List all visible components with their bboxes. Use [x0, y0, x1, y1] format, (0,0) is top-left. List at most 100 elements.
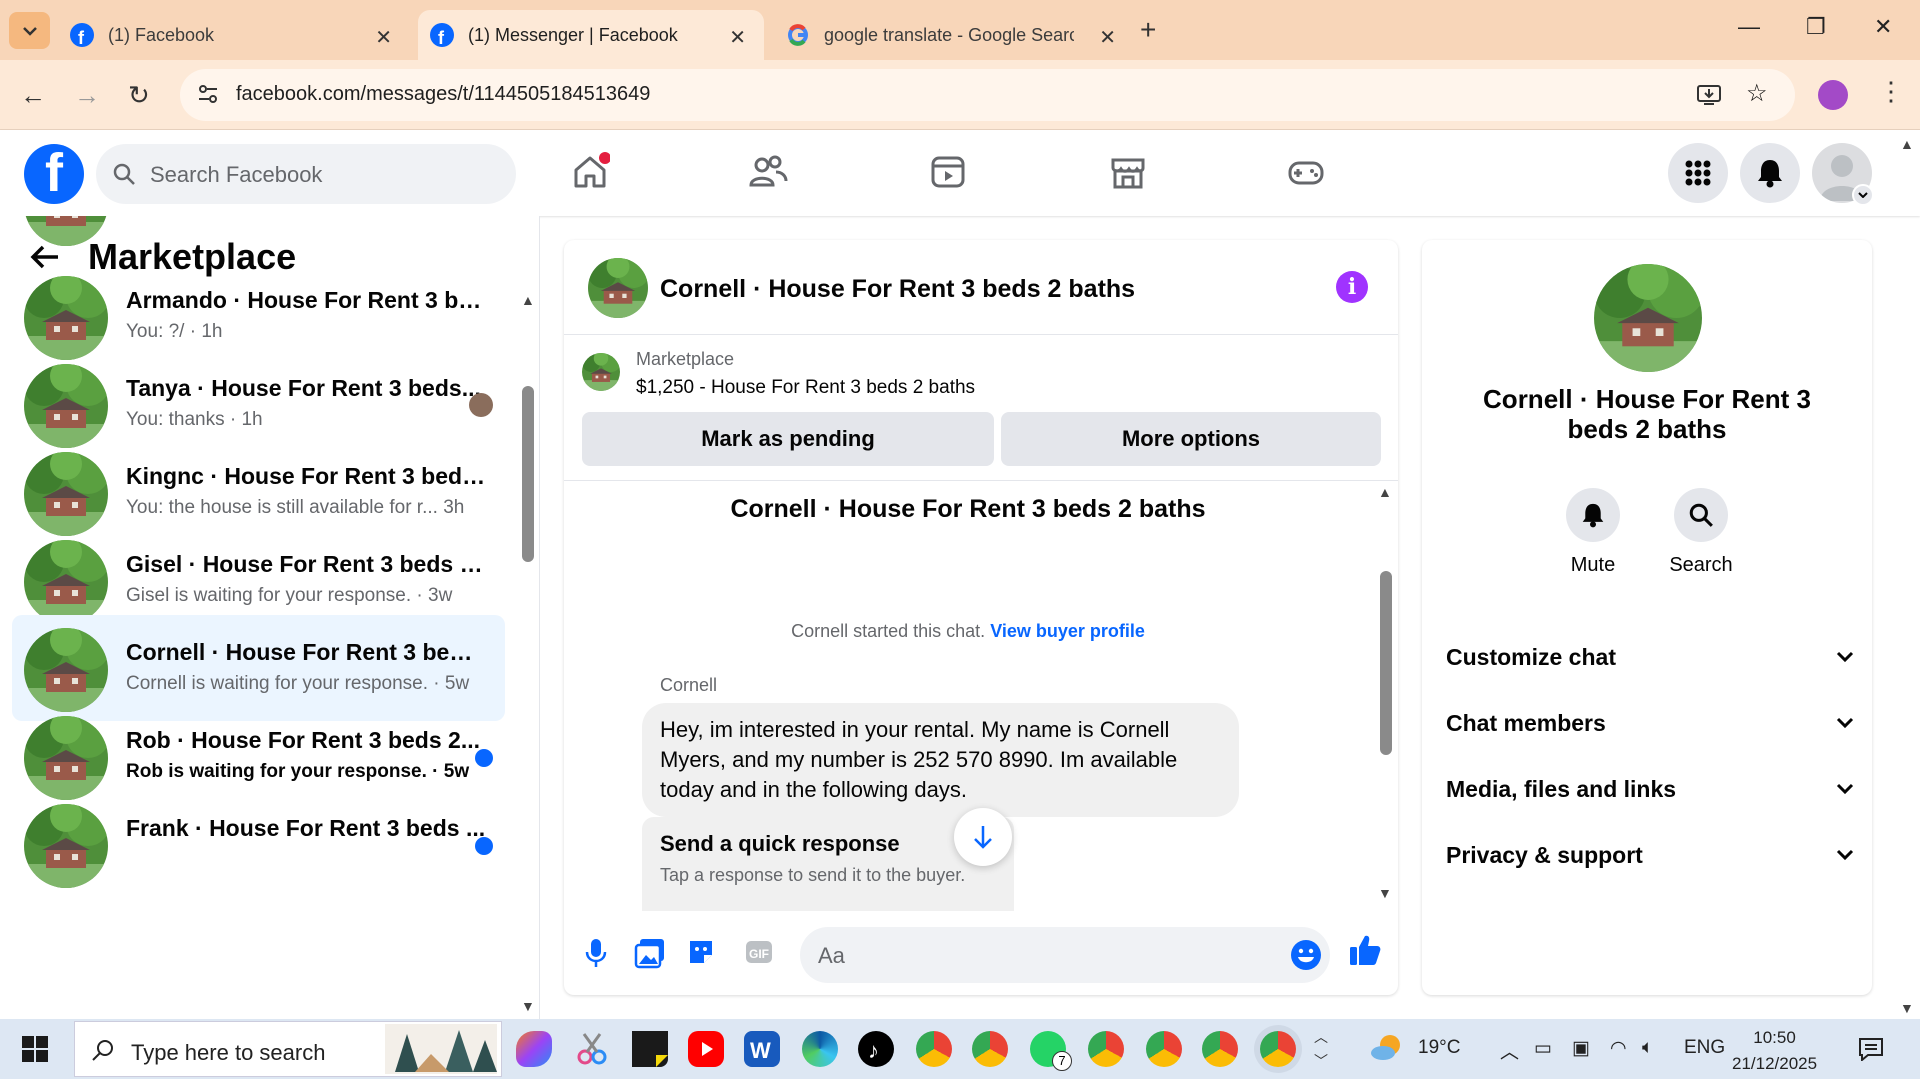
edge-browser-icon[interactable] [802, 1031, 838, 1067]
taskbar-search-placeholder: Type here to search [131, 1040, 326, 1065]
window-close-icon[interactable]: ✕ [1874, 14, 1892, 40]
contact-avatar[interactable] [1594, 264, 1702, 372]
windows-start-icon[interactable] [22, 1036, 48, 1067]
home-icon[interactable] [570, 152, 611, 197]
friends-icon[interactable] [748, 152, 788, 197]
chrome-profile-icon[interactable] [1202, 1031, 1238, 1067]
chat-avatar[interactable] [588, 258, 648, 318]
sticker-icon[interactable] [686, 937, 716, 972]
more-options-button[interactable]: More options [1001, 412, 1381, 466]
svg-text:f: f [438, 28, 445, 47]
tiktok-icon[interactable]: ♪ [858, 1031, 894, 1067]
tab-facebook[interactable]: f (1) Facebook ✕ [70, 10, 410, 60]
video-icon[interactable] [928, 152, 968, 197]
seen-by-avatar [469, 393, 493, 417]
marketplace-icon[interactable] [1108, 152, 1148, 197]
copilot-app-icon[interactable] [516, 1031, 552, 1067]
chat-scrollbar[interactable] [1380, 571, 1392, 755]
page-scroll-down-arrow-icon[interactable]: ▼ [1900, 1000, 1914, 1016]
youtube-icon[interactable] [688, 1031, 724, 1067]
weather-temperature[interactable]: 19°C [1418, 1037, 1460, 1059]
scroll-down-arrow-icon[interactable]: ▼ [521, 998, 535, 1014]
bookmark-star-icon[interactable]: ☆ [1746, 79, 1768, 108]
conversation-item[interactable]: Frank · House For Rent 3 beds ... [12, 791, 505, 897]
chrome-profile-icon[interactable] [916, 1031, 952, 1067]
forward-arrow-icon[interactable]: → [74, 80, 100, 111]
photo-icon[interactable] [634, 937, 666, 974]
minimize-icon[interactable]: — [1738, 14, 1760, 40]
site-info-icon[interactable] [196, 82, 220, 111]
word-app-icon[interactable]: W [744, 1031, 780, 1067]
chrome-profile-icon[interactable] [1146, 1031, 1182, 1067]
tab-search-button[interactable] [9, 12, 50, 49]
chat-title[interactable]: Cornell · House For Rent 3 beds 2 baths [660, 275, 1135, 304]
meet-now-icon[interactable]: ▣ [1572, 1037, 1590, 1060]
scroll-to-bottom-button[interactable] [954, 808, 1012, 866]
battery-icon[interactable]: ▭ [1534, 1037, 1552, 1060]
scroll-up-arrow-icon[interactable]: ▲ [521, 292, 535, 308]
tab-messenger[interactable]: f (1) Messenger | Facebook ✕ [418, 10, 764, 60]
whatsapp-icon[interactable]: 7 [1030, 1031, 1072, 1071]
notifications-button[interactable] [1740, 143, 1800, 203]
facebook-search-input[interactable]: Search Facebook [96, 144, 516, 204]
message-bubble[interactable]: Hey, im interested in your rental. My na… [642, 703, 1239, 817]
search-in-chat-button[interactable]: Search [1656, 488, 1746, 577]
conversation-name: Rob · House For Rent 3 beds 2... [126, 727, 480, 753]
message-input[interactable]: Aa [800, 927, 1330, 983]
chat-members-section[interactable]: Chat members [1446, 698, 1854, 748]
privacy-support-section[interactable]: Privacy & support [1446, 830, 1854, 880]
customize-chat-section[interactable]: Customize chat [1446, 632, 1854, 682]
facebook-logo-icon[interactable]: f [24, 144, 84, 204]
new-tab-icon[interactable]: + [1140, 14, 1156, 46]
marketplace-listing-bar: Marketplace $1,250 - House For Rent 3 be… [564, 335, 1398, 481]
chrome-profile-icon[interactable] [1088, 1031, 1124, 1067]
scroll-up-arrow-icon[interactable]: ▲ [1378, 484, 1392, 500]
info-icon[interactable]: i [1336, 271, 1368, 303]
svg-text:GIF: GIF [749, 947, 769, 961]
snipping-tool-icon[interactable] [574, 1031, 610, 1067]
sticky-notes-icon[interactable] [632, 1031, 668, 1067]
language-indicator[interactable]: ENG [1684, 1037, 1725, 1059]
restore-icon[interactable]: ❐ [1806, 14, 1826, 40]
emoji-icon[interactable] [1290, 939, 1322, 976]
thumbs-up-icon[interactable] [1348, 933, 1382, 972]
account-chevron-icon[interactable] [1852, 184, 1874, 206]
view-buyer-profile-link[interactable]: View buyer profile [990, 621, 1145, 641]
volume-icon[interactable]: 🔈︎ [1642, 1037, 1653, 1059]
system-clock[interactable]: 10:50 21/12/2025 [1732, 1025, 1817, 1077]
listing-price-title[interactable]: $1,250 - House For Rent 3 beds 2 baths [636, 377, 975, 399]
close-tab-icon[interactable]: ✕ [1099, 25, 1116, 50]
weather-icon[interactable] [1370, 1031, 1404, 1071]
scroll-down-arrow-icon[interactable]: ▼ [1378, 885, 1392, 901]
mark-as-pending-button[interactable]: Mark as pending [582, 412, 994, 466]
browser-profile-avatar[interactable] [1818, 80, 1848, 110]
wifi-icon[interactable]: ◠ [1610, 1037, 1627, 1060]
show-hidden-icons-chevron-icon[interactable]: ︿ [1500, 1037, 1519, 1064]
tab-google-search[interactable]: google translate - Google Searc ✕ [786, 10, 1116, 60]
taskbar-search-box[interactable]: Type here to search [74, 1021, 502, 1077]
notifications-center-icon[interactable] [1858, 1037, 1884, 1067]
reload-icon[interactable]: ↻ [128, 80, 150, 111]
thread-title: Cornell · House For Rent 3 beds 2 baths [730, 495, 1206, 523]
listing-thumbnail[interactable] [582, 353, 620, 391]
gaming-icon[interactable] [1286, 152, 1326, 197]
close-tab-icon[interactable]: ✕ [375, 25, 392, 50]
svg-text:f: f [78, 28, 85, 47]
mute-button[interactable]: Mute [1548, 488, 1638, 577]
close-tab-icon[interactable]: ✕ [729, 25, 746, 50]
install-app-icon[interactable] [1696, 83, 1722, 112]
menu-grid-button[interactable] [1668, 143, 1728, 203]
chrome-active-icon[interactable] [1260, 1031, 1296, 1067]
back-arrow-icon[interactable]: ← [20, 80, 46, 111]
address-bar[interactable]: facebook.com/messages/t/1144505184513649… [180, 69, 1795, 121]
media-files-links-section[interactable]: Media, files and links [1446, 764, 1854, 814]
unread-dot [475, 837, 493, 855]
chrome-icon[interactable] [972, 1031, 1008, 1067]
page-scroll-up-arrow-icon[interactable]: ▲ [1900, 136, 1914, 152]
conversation-scrollbar[interactable] [522, 386, 534, 562]
browser-menu-icon[interactable]: ⋮ [1878, 76, 1904, 107]
microphone-icon[interactable] [584, 937, 608, 974]
conversation-preview: Gisel is waiting for your response. · 3w [126, 585, 453, 606]
gif-icon[interactable]: GIF [744, 937, 774, 972]
taskbar-overflow-arrows-icon[interactable]: ︿ ﹀ [1314, 1025, 1328, 1073]
